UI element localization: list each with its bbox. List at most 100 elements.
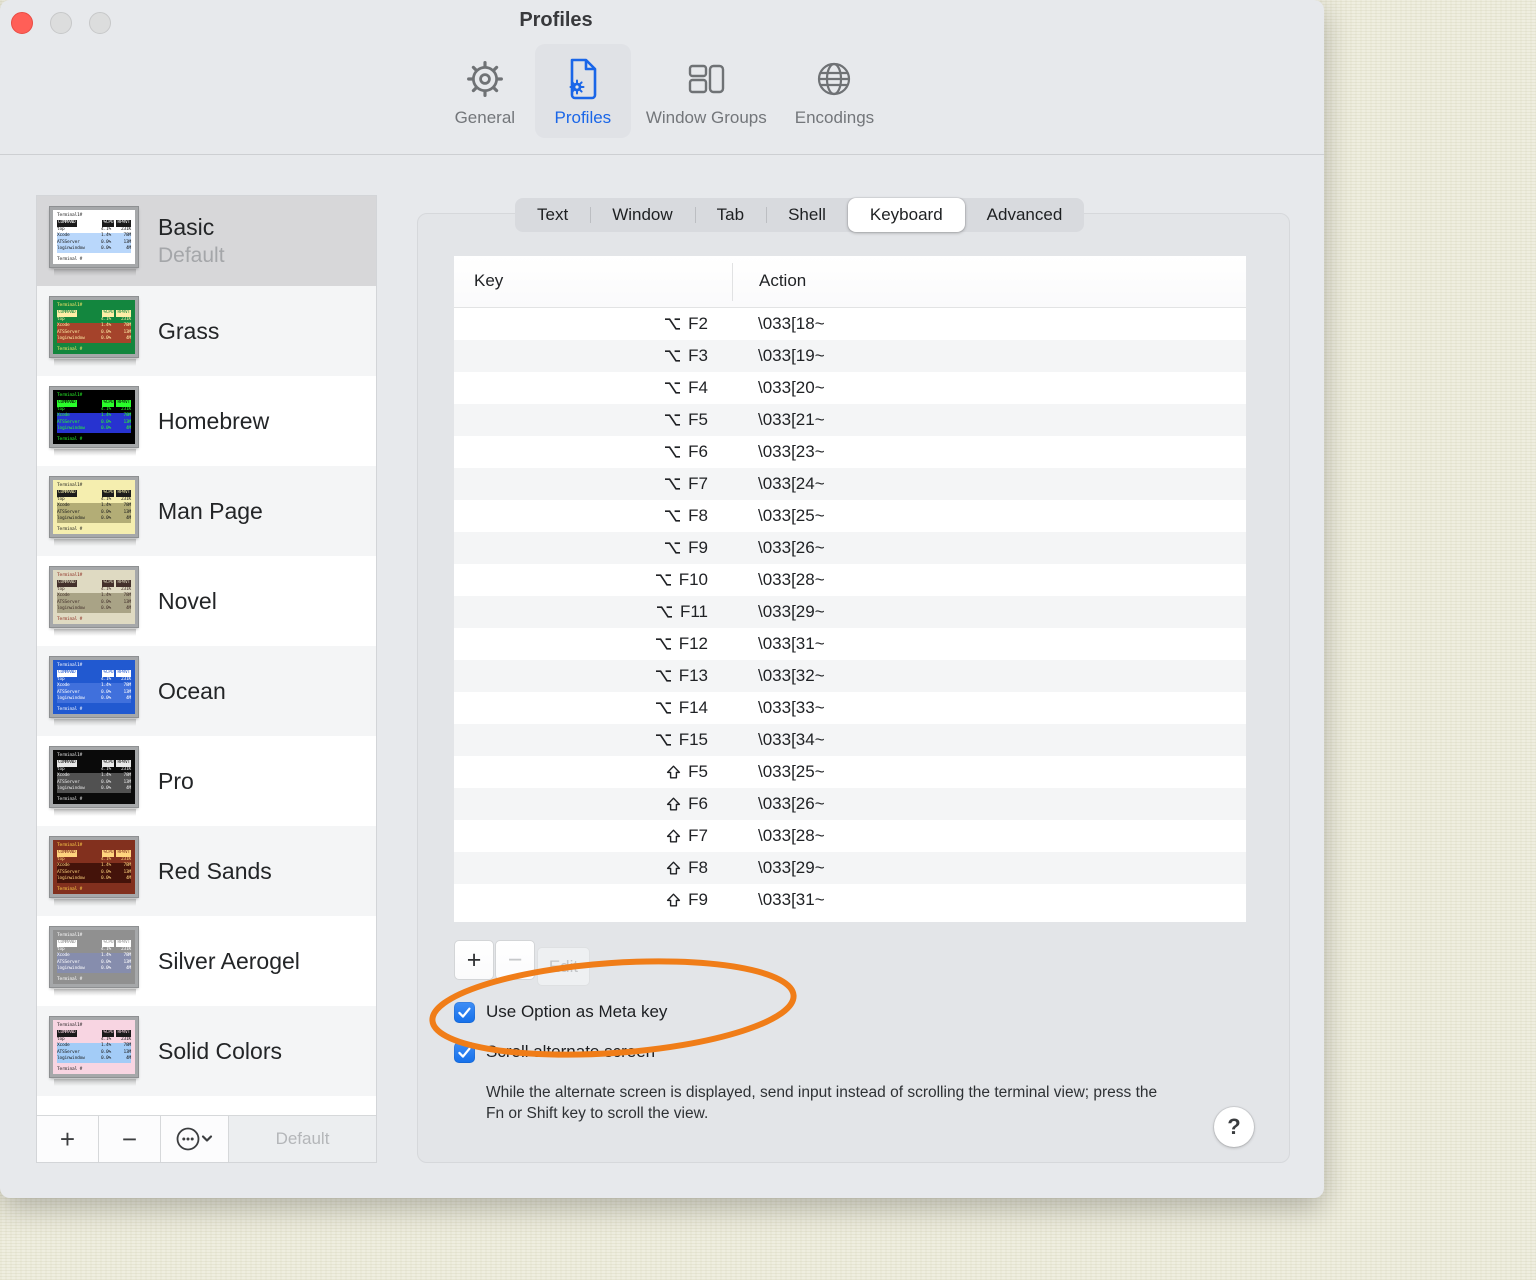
thumbnail-reflection	[54, 718, 136, 726]
key-name: F6	[688, 442, 708, 461]
use-option-as-meta-checkbox[interactable]	[454, 1001, 475, 1023]
key-name: F2	[688, 314, 708, 333]
profile-thumbnail: Terminal1# COMMAND %CPU RPRVT top 4.1% 231K Xco…	[50, 1016, 140, 1086]
key-mapping-table: Key Action F2 \033[18~ F3 \033[19~ F4 \033[…	[454, 256, 1246, 922]
table-row[interactable]: F5 \033[25~	[454, 756, 1246, 788]
option-key-icon	[664, 509, 681, 523]
table-row[interactable]: F9 \033[26~	[454, 532, 1246, 564]
toolbar-item-encodings[interactable]: Encodings	[782, 44, 887, 138]
profile-item-red-sands[interactable]: Terminal1# COMMAND %CPU RPRVT top 4.1% 231K Xco…	[37, 826, 376, 916]
profile-name: Red Sands	[158, 857, 272, 884]
table-row[interactable]: F9 \033[31~	[454, 884, 1246, 916]
key-cell: F3	[454, 346, 708, 366]
key-name: F5	[688, 410, 708, 429]
terminal-preview: Terminal1# COMMAND %CPU RPRVT top 4.1% 231K Xco…	[50, 836, 138, 897]
profile-item-basic[interactable]: Terminal1# COMMAND %CPU RPRVT top 4.1% 231K Xco…	[37, 196, 376, 286]
profile-name: Ocean	[158, 677, 226, 704]
tab-text[interactable]: Text	[515, 198, 590, 232]
profile-item-novel[interactable]: Terminal1# COMMAND %CPU RPRVT top 4.1% 231K Xco…	[37, 556, 376, 646]
toolbar-item-window-groups[interactable]: Window Groups	[633, 44, 780, 138]
profile-thumbnail: Terminal1# COMMAND %CPU RPRVT top 4.1% 231K Xco…	[50, 926, 140, 996]
toolbar-item-general[interactable]: General	[437, 44, 533, 138]
option-key-icon	[664, 349, 681, 363]
tab-label: Keyboard	[869, 205, 943, 224]
profiles-sidebar: Terminal1# COMMAND %CPU RPRVT top 4.1% 231K Xco…	[36, 195, 377, 1163]
option-key-icon	[655, 637, 672, 651]
table-row[interactable]: F10 \033[28~	[454, 564, 1246, 596]
table-row[interactable]: F13 \033[32~	[454, 660, 1246, 692]
table-row[interactable]: F14 \033[33~	[454, 692, 1246, 724]
action-cell: \033[21~	[758, 410, 825, 429]
profile-item-solid-colors[interactable]: Terminal1# COMMAND %CPU RPRVT top 4.1% 231K Xco…	[37, 1006, 376, 1096]
remove-profile-button[interactable]: −	[99, 1116, 161, 1162]
profile-item-grass[interactable]: Terminal1# COMMAND %CPU RPRVT top 4.1% 231K Xco…	[37, 286, 376, 376]
thumbnail-reflection	[54, 268, 136, 276]
profile-thumbnail: Terminal1# COMMAND %CPU RPRVT top 4.1% 231K Xco…	[50, 206, 140, 276]
key-name: F12	[678, 634, 708, 653]
profile-item-man-page[interactable]: Terminal1# COMMAND %CPU RPRVT top 4.1% 231K Xco…	[37, 466, 376, 556]
column-header-key[interactable]: Key	[474, 271, 503, 291]
table-row[interactable]: F7 \033[28~	[454, 820, 1246, 852]
chevron-down-icon	[201, 1135, 212, 1142]
edit-key-button[interactable]: Edit	[537, 947, 590, 986]
action-cell: \033[20~	[758, 378, 825, 397]
add-profile-button[interactable]: +	[37, 1116, 99, 1162]
table-row[interactable]: F7 \033[24~	[454, 468, 1246, 500]
segment-divider	[694, 207, 696, 223]
key-name: F4	[688, 378, 708, 397]
segment-divider	[590, 207, 592, 223]
window-title: Profiles	[519, 9, 593, 31]
table-row[interactable]: F5 \033[21~	[454, 404, 1246, 436]
profile-label: Solid Colors	[158, 1038, 282, 1065]
table-row[interactable]: F2 \033[18~	[454, 308, 1246, 340]
profile-item-homebrew[interactable]: Terminal1# COMMAND %CPU RPRVT top 4.1% 231K Xco…	[37, 376, 376, 466]
profile-name: Grass	[158, 317, 220, 344]
toolbar-item-profiles[interactable]: Profiles	[534, 44, 631, 138]
action-cell: \033[24~	[758, 474, 825, 493]
remove-key-button[interactable]: −	[495, 940, 535, 980]
terminal-preview: Terminal1# COMMAND %CPU RPRVT top 4.1% 231K Xco…	[50, 1016, 138, 1077]
tab-shell[interactable]: Shell	[766, 198, 848, 232]
table-row[interactable]: F12 \033[31~	[454, 628, 1246, 660]
checkmark-icon	[458, 1047, 471, 1058]
profile-thumbnail: Terminal1# COMMAND %CPU RPRVT top 4.1% 231K Xco…	[50, 836, 140, 906]
tab-advanced[interactable]: Advanced	[965, 198, 1085, 232]
column-header-action[interactable]: Action	[759, 271, 806, 291]
tab-tab[interactable]: Tab	[694, 198, 766, 232]
option-key-icon	[664, 317, 681, 331]
help-button[interactable]: ?	[1214, 1107, 1254, 1147]
profile-list: Terminal1# COMMAND %CPU RPRVT top 4.1% 231K Xco…	[37, 196, 376, 1115]
table-row[interactable]: F6 \033[23~	[454, 436, 1246, 468]
toolbar-item-label: Encodings	[794, 108, 875, 127]
profile-item-silver-aerogel[interactable]: Terminal1# COMMAND %CPU RPRVT top 4.1% 231K Xco…	[37, 916, 376, 1006]
add-key-button[interactable]: +	[454, 940, 494, 980]
table-row[interactable]: F8 \033[29~	[454, 852, 1246, 884]
profile-item-ocean[interactable]: Terminal1# COMMAND %CPU RPRVT top 4.1% 231K Xco…	[37, 646, 376, 736]
tab-label: Text	[537, 205, 569, 224]
default-button[interactable]: Default	[229, 1116, 376, 1162]
key-cell: F8	[454, 858, 708, 878]
table-row[interactable]: F11 \033[29~	[454, 596, 1246, 628]
table-row[interactable]: F3 \033[19~	[454, 340, 1246, 372]
profile-item-pro[interactable]: Terminal1# COMMAND %CPU RPRVT top 4.1% 231K Xco…	[37, 736, 376, 826]
table-row[interactable]: F4 \033[20~	[454, 372, 1246, 404]
segment-divider	[766, 207, 768, 223]
table-row[interactable]: F6 \033[26~	[454, 788, 1246, 820]
tab-keyboard[interactable]: Keyboard	[847, 198, 965, 232]
scroll-alternate-screen-checkbox[interactable]	[454, 1041, 475, 1063]
profile-name: Novel	[158, 587, 217, 614]
action-cell: \033[29~	[758, 602, 825, 621]
profile-actions-menu-button[interactable]	[161, 1116, 229, 1162]
table-row[interactable]: F8 \033[25~	[454, 500, 1246, 532]
thumbnail-reflection	[54, 358, 136, 366]
preferences-window: Profiles General Profiles Window Groups …	[0, 0, 1324, 1198]
key-name: F8	[688, 506, 708, 525]
option-key-icon	[655, 701, 672, 715]
tab-label: Window	[612, 205, 673, 224]
key-cell: F6	[454, 442, 708, 462]
tab-window[interactable]: Window	[590, 198, 694, 232]
tab-label: Advanced	[986, 205, 1063, 224]
profile-name: Basic	[158, 214, 215, 240]
column-separator[interactable]	[732, 263, 733, 301]
table-row[interactable]: F15 \033[34~	[454, 724, 1246, 756]
